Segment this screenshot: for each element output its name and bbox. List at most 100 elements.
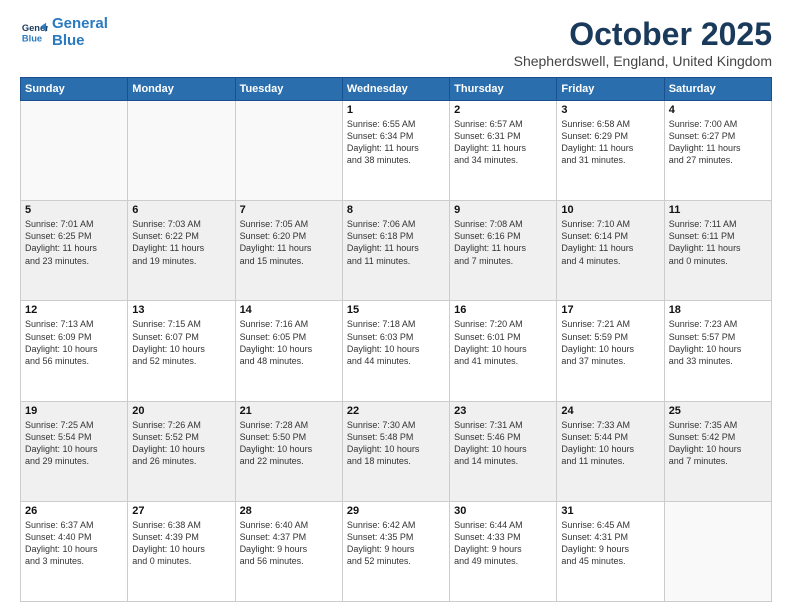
day-number: 17 [561, 304, 659, 316]
day-info: Sunrise: 6:37 AM Sunset: 4:40 PM Dayligh… [25, 519, 123, 568]
calendar-cell: 25 Sunrise: 7:35 AM Sunset: 5:42 PM Dayli… [664, 401, 771, 501]
logo: General Blue GeneralBlue [20, 16, 108, 49]
day-number: 13 [132, 304, 230, 316]
day-number: 1 [347, 104, 445, 116]
calendar-cell: 7 Sunrise: 7:05 AM Sunset: 6:20 PM Daylig… [235, 201, 342, 301]
day-info: Sunrise: 7:25 AM Sunset: 5:54 PM Dayligh… [25, 419, 123, 468]
month-title: October 2025 [514, 16, 772, 53]
calendar-cell: 17 Sunrise: 7:21 AM Sunset: 5:59 PM Dayli… [557, 301, 664, 401]
calendar-cell [21, 101, 128, 201]
col-sunday: Sunday [21, 78, 128, 101]
col-saturday: Saturday [664, 78, 771, 101]
day-info: Sunrise: 7:06 AM Sunset: 6:18 PM Dayligh… [347, 218, 445, 267]
calendar-cell: 29Sunrise: 6:42 AM Sunset: 4:35 PM Dayli… [342, 501, 449, 601]
calendar-cell: 4 Sunrise: 7:00 AM Sunset: 6:27 PM Daylig… [664, 101, 771, 201]
calendar-cell: 20 Sunrise: 7:26 AM Sunset: 5:52 PM Dayli… [128, 401, 235, 501]
day-number: 9 [454, 204, 552, 216]
calendar-cell: 5 Sunrise: 7:01 AM Sunset: 6:25 PM Daylig… [21, 201, 128, 301]
calendar-cell: 10 Sunrise: 7:10 AM Sunset: 6:14 PM Dayli… [557, 201, 664, 301]
day-info: Sunrise: 7:01 AM Sunset: 6:25 PM Dayligh… [25, 218, 123, 267]
day-info: Sunrise: 6:45 AM Sunset: 4:31 PM Dayligh… [561, 519, 659, 568]
day-info: Sunrise: 7:26 AM Sunset: 5:52 PM Dayligh… [132, 419, 230, 468]
col-wednesday: Wednesday [342, 78, 449, 101]
day-number: 20 [132, 405, 230, 417]
calendar-cell: 16Sunrise: 7:20 AM Sunset: 6:01 PM Dayli… [450, 301, 557, 401]
col-monday: Monday [128, 78, 235, 101]
calendar-cell [664, 501, 771, 601]
day-info: Sunrise: 6:42 AM Sunset: 4:35 PM Dayligh… [347, 519, 445, 568]
calendar-cell: 22Sunrise: 7:30 AM Sunset: 5:48 PM Dayli… [342, 401, 449, 501]
calendar-cell: 27 Sunrise: 6:38 AM Sunset: 4:39 PM Dayli… [128, 501, 235, 601]
day-info: Sunrise: 7:35 AM Sunset: 5:42 PM Dayligh… [669, 419, 767, 468]
col-tuesday: Tuesday [235, 78, 342, 101]
day-info: Sunrise: 7:30 AM Sunset: 5:48 PM Dayligh… [347, 419, 445, 468]
day-number: 21 [240, 405, 338, 417]
calendar-cell: 14 Sunrise: 7:16 AM Sunset: 6:05 PM Dayli… [235, 301, 342, 401]
day-info: Sunrise: 7:28 AM Sunset: 5:50 PM Dayligh… [240, 419, 338, 468]
calendar-cell: 21 Sunrise: 7:28 AM Sunset: 5:50 PM Dayli… [235, 401, 342, 501]
day-info: Sunrise: 7:33 AM Sunset: 5:44 PM Dayligh… [561, 419, 659, 468]
day-number: 2 [454, 104, 552, 116]
calendar-cell: 31 Sunrise: 6:45 AM Sunset: 4:31 PM Dayli… [557, 501, 664, 601]
calendar-cell: 24Sunrise: 7:33 AM Sunset: 5:44 PM Dayli… [557, 401, 664, 501]
day-info: Sunrise: 7:11 AM Sunset: 6:11 PM Dayligh… [669, 218, 767, 267]
logo-text: GeneralBlue [52, 16, 108, 49]
calendar-cell: 11 Sunrise: 7:11 AM Sunset: 6:11 PM Dayli… [664, 201, 771, 301]
day-number: 19 [25, 405, 123, 417]
day-info: Sunrise: 7:20 AM Sunset: 6:01 PM Dayligh… [454, 318, 552, 367]
day-info: Sunrise: 7:15 AM Sunset: 6:07 PM Dayligh… [132, 318, 230, 367]
day-number: 5 [25, 204, 123, 216]
day-info: Sunrise: 7:18 AM Sunset: 6:03 PM Dayligh… [347, 318, 445, 367]
calendar-cell: 28Sunrise: 6:40 AM Sunset: 4:37 PM Dayli… [235, 501, 342, 601]
day-number: 14 [240, 304, 338, 316]
col-friday: Friday [557, 78, 664, 101]
day-number: 8 [347, 204, 445, 216]
calendar-week-row-3: 12 Sunrise: 7:13 AM Sunset: 6:09 PM Dayli… [21, 301, 772, 401]
day-info: Sunrise: 7:03 AM Sunset: 6:22 PM Dayligh… [132, 218, 230, 267]
day-number: 11 [669, 204, 767, 216]
calendar-cell: 19 Sunrise: 7:25 AM Sunset: 5:54 PM Dayli… [21, 401, 128, 501]
day-info: Sunrise: 6:55 AM Sunset: 6:34 PM Dayligh… [347, 118, 445, 167]
day-number: 7 [240, 204, 338, 216]
day-info: Sunrise: 7:10 AM Sunset: 6:14 PM Dayligh… [561, 218, 659, 267]
day-number: 27 [132, 505, 230, 517]
calendar-cell: 8 Sunrise: 7:06 AM Sunset: 6:18 PM Daylig… [342, 201, 449, 301]
day-info: Sunrise: 7:00 AM Sunset: 6:27 PM Dayligh… [669, 118, 767, 167]
calendar-cell: 23Sunrise: 7:31 AM Sunset: 5:46 PM Dayli… [450, 401, 557, 501]
day-info: Sunrise: 7:16 AM Sunset: 6:05 PM Dayligh… [240, 318, 338, 367]
day-number: 28 [240, 505, 338, 517]
day-number: 3 [561, 104, 659, 116]
day-number: 15 [347, 304, 445, 316]
title-block: October 2025 Shepherdswell, England, Uni… [514, 16, 772, 69]
calendar-week-row-2: 5 Sunrise: 7:01 AM Sunset: 6:25 PM Daylig… [21, 201, 772, 301]
calendar-cell: 12 Sunrise: 7:13 AM Sunset: 6:09 PM Dayli… [21, 301, 128, 401]
day-number: 4 [669, 104, 767, 116]
calendar-cell: 13 Sunrise: 7:15 AM Sunset: 6:07 PM Dayli… [128, 301, 235, 401]
day-info: Sunrise: 6:38 AM Sunset: 4:39 PM Dayligh… [132, 519, 230, 568]
day-info: Sunrise: 7:13 AM Sunset: 6:09 PM Dayligh… [25, 318, 123, 367]
calendar-cell: 9Sunrise: 7:08 AM Sunset: 6:16 PM Daylig… [450, 201, 557, 301]
day-info: Sunrise: 7:05 AM Sunset: 6:20 PM Dayligh… [240, 218, 338, 267]
calendar-cell: 2 Sunrise: 6:57 AM Sunset: 6:31 PM Daylig… [450, 101, 557, 201]
day-number: 25 [669, 405, 767, 417]
day-number: 10 [561, 204, 659, 216]
day-info: Sunrise: 7:21 AM Sunset: 5:59 PM Dayligh… [561, 318, 659, 367]
day-info: Sunrise: 6:44 AM Sunset: 4:33 PM Dayligh… [454, 519, 552, 568]
day-number: 31 [561, 505, 659, 517]
calendar-cell: 26 Sunrise: 6:37 AM Sunset: 4:40 PM Dayli… [21, 501, 128, 601]
calendar-header-row: Sunday Monday Tuesday Wednesday Thursday… [21, 78, 772, 101]
calendar-week-row-1: 1 Sunrise: 6:55 AM Sunset: 6:34 PM Daylig… [21, 101, 772, 201]
day-info: Sunrise: 6:58 AM Sunset: 6:29 PM Dayligh… [561, 118, 659, 167]
day-number: 23 [454, 405, 552, 417]
day-info: Sunrise: 7:23 AM Sunset: 5:57 PM Dayligh… [669, 318, 767, 367]
page: General Blue GeneralBlue October 2025 Sh… [0, 0, 792, 612]
calendar-week-row-4: 19 Sunrise: 7:25 AM Sunset: 5:54 PM Dayli… [21, 401, 772, 501]
calendar-table: Sunday Monday Tuesday Wednesday Thursday… [20, 77, 772, 602]
day-number: 6 [132, 204, 230, 216]
calendar-cell: 3 Sunrise: 6:58 AM Sunset: 6:29 PM Daylig… [557, 101, 664, 201]
day-number: 12 [25, 304, 123, 316]
day-info: Sunrise: 6:57 AM Sunset: 6:31 PM Dayligh… [454, 118, 552, 167]
col-thursday: Thursday [450, 78, 557, 101]
calendar-cell: 18Sunrise: 7:23 AM Sunset: 5:57 PM Dayli… [664, 301, 771, 401]
day-number: 26 [25, 505, 123, 517]
